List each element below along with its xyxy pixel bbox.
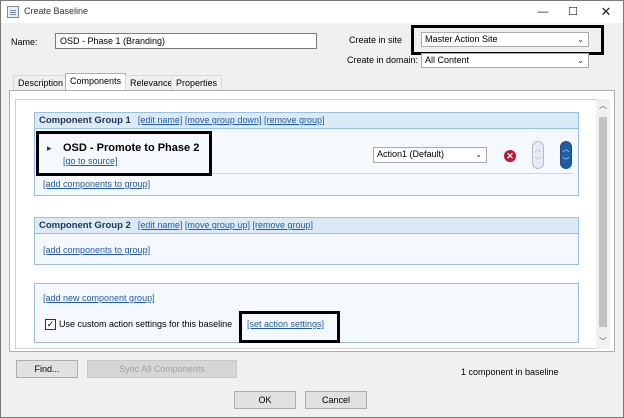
add-new-component-group-link[interactable]: [add new component group]: [43, 293, 155, 303]
title-bar: Create Baseline — ☐ ✕: [1, 1, 623, 23]
group-2-header: Component Group 2 [edit name] [move grou…: [35, 218, 578, 234]
tab-components[interactable]: Components: [65, 73, 127, 91]
group-1-title: Component Group 1: [39, 115, 131, 126]
scroll-up-icon[interactable]: ︿: [596, 99, 610, 113]
tab-properties[interactable]: Properties: [171, 75, 223, 91]
create-baseline-dialog: Create Baseline — ☐ ✕ Name: OSD - Phase …: [0, 0, 624, 418]
group-1-header: Component Group 1 [edit name] [move grou…: [35, 113, 578, 129]
highlight-action-settings-box: [239, 311, 340, 343]
sync-all-components-button[interactable]: Sync All Components: [87, 360, 237, 378]
vertical-scrollbar[interactable]: ︿ ﹀: [596, 99, 610, 349]
minimize-button[interactable]: —: [528, 1, 558, 23]
move-component-up-button[interactable]: ︿ ﹀: [532, 141, 544, 169]
component-count-status: 1 component in baseline: [461, 367, 559, 377]
create-in-domain-label: Create in domain:: [347, 55, 419, 65]
chevron-up-icon: ︿: [534, 146, 542, 153]
tab-relevance[interactable]: Relevance: [125, 75, 178, 91]
chevron-down-icon: ﹀: [562, 158, 570, 165]
action-select[interactable]: Action1 (Default) ⌄: [373, 147, 487, 163]
window-title: Create Baseline: [24, 6, 89, 16]
custom-action-label: Use custom action settings for this base…: [59, 319, 233, 329]
action-value: Action1 (Default): [377, 149, 445, 159]
group-2-add-components-link[interactable]: [add components to group]: [43, 245, 150, 255]
component-group-2: Component Group 2 [edit name] [move grou…: [34, 217, 579, 265]
group-1-add-components-link[interactable]: [add components to group]: [43, 179, 150, 189]
chevron-down-icon: ⌄: [577, 56, 584, 65]
group-1-move-down-link[interactable]: [move group down]: [185, 115, 262, 125]
chevron-up-icon: ︿: [562, 146, 570, 153]
group-1-remove-link[interactable]: [remove group]: [264, 115, 325, 125]
maximize-button[interactable]: ☐: [558, 1, 588, 23]
app-icon: [7, 6, 19, 18]
cancel-button[interactable]: Cancel: [305, 391, 367, 409]
chevron-down-icon: ﹀: [534, 158, 542, 165]
ok-button[interactable]: OK: [234, 391, 296, 409]
highlight-component-box: [36, 131, 212, 176]
name-input[interactable]: OSD - Phase 1 (Branding): [55, 33, 317, 49]
highlight-site-box: [411, 25, 604, 55]
custom-action-checkbox[interactable]: ✓: [45, 319, 56, 330]
create-in-domain-select[interactable]: All Content ⌄: [421, 53, 589, 68]
find-button[interactable]: Find...: [16, 360, 78, 378]
create-in-site-label: Create in site: [349, 35, 403, 45]
close-button[interactable]: ✕: [591, 1, 621, 23]
create-in-domain-value: All Content: [425, 55, 470, 65]
group-2-remove-link[interactable]: [remove group]: [252, 220, 313, 230]
group-2-move-up-link[interactable]: [move group up]: [185, 220, 250, 230]
scroll-down-icon[interactable]: ﹀: [596, 335, 610, 349]
remove-component-icon[interactable]: ✕: [504, 150, 516, 162]
move-component-down-button[interactable]: ︿ ﹀: [560, 141, 572, 169]
name-label: Name:: [11, 37, 38, 47]
group-1-edit-name-link[interactable]: [edit name]: [138, 115, 183, 125]
tab-description[interactable]: Description: [13, 75, 69, 91]
scroll-thumb[interactable]: [599, 117, 607, 327]
group-2-edit-name-link[interactable]: [edit name]: [138, 220, 183, 230]
group-2-title: Component Group 2: [39, 220, 131, 231]
chevron-down-icon: ⌄: [475, 150, 482, 159]
